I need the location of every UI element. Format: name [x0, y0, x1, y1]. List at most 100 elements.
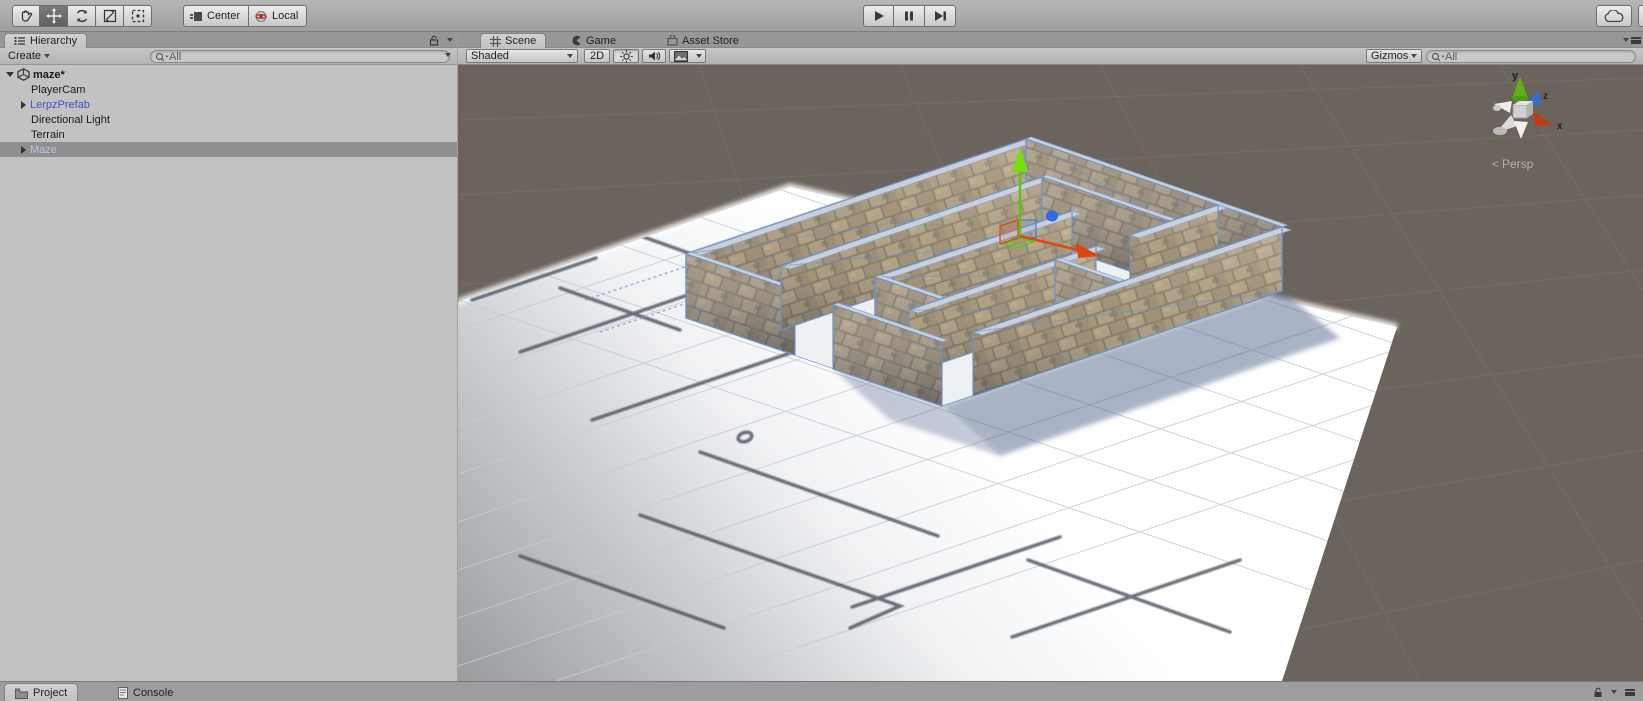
tree-row[interactable]: Directional Light: [0, 112, 457, 127]
play-controls: [863, 5, 956, 27]
create-label: Create: [8, 50, 41, 62]
hierarchy-search-input[interactable]: [169, 51, 443, 62]
rotate-tool-button[interactable]: [68, 5, 96, 27]
chevron-down-icon: [696, 54, 702, 58]
space-toggle-button[interactable]: Local: [249, 5, 307, 27]
bottom-tabbar: Project Console: [0, 681, 1643, 701]
scene-viewport[interactable]: y z x < Persp: [458, 65, 1643, 681]
rect-transform-icon: [130, 8, 146, 24]
tree-row-selected[interactable]: Maze: [0, 142, 457, 157]
axis-cube[interactable]: [1513, 105, 1527, 118]
bottom-menu-icon[interactable]: [1625, 689, 1635, 696]
render-mode-label: Shaded: [471, 50, 509, 62]
bottom-menu-triangle-icon[interactable]: [1611, 690, 1617, 694]
scene-search-input[interactable]: [1445, 51, 1629, 62]
search-icon: [155, 52, 169, 62]
step-button[interactable]: [925, 5, 956, 27]
tree-row[interactable]: PlayerCam: [0, 82, 457, 97]
pan-tool-button[interactable]: [12, 5, 40, 27]
tree-row[interactable]: Terrain: [0, 127, 457, 142]
scene-tab-label: Scene: [505, 35, 536, 47]
effects-toggle-button[interactable]: [669, 49, 693, 63]
move-tool-button[interactable]: [40, 5, 68, 27]
hierarchy-subbar: Create: [0, 48, 457, 65]
hierarchy-lock-icon[interactable]: [429, 35, 439, 49]
hand-icon: [18, 8, 34, 24]
pivot-toggle-button[interactable]: Center: [183, 5, 249, 27]
unity-editor-window: Center Local: [0, 0, 1643, 701]
bottom-lock-icon[interactable]: [1593, 687, 1603, 701]
hierarchy-panel-menu-icon[interactable]: [445, 53, 451, 57]
tab-scene[interactable]: Scene: [480, 33, 546, 48]
chevron-down-icon: [44, 54, 50, 58]
hierarchy-tree: maze* PlayerCam LerpzPrefab Directional …: [0, 65, 457, 681]
sun-icon: [620, 50, 633, 63]
pause-button[interactable]: [894, 5, 925, 27]
game-view-icon: [571, 35, 582, 46]
transform-tools: [12, 5, 152, 27]
create-button[interactable]: Create: [0, 48, 58, 65]
projection-chevron-icon[interactable]: <: [1492, 157, 1499, 171]
object-name: Maze: [30, 144, 57, 156]
local-axis-icon: [254, 10, 268, 23]
chevron-down-icon: [567, 54, 573, 58]
expander-right-icon[interactable]: [21, 146, 26, 154]
console-tab-label: Console: [133, 687, 173, 699]
tab-asset-store[interactable]: Asset Store: [658, 33, 748, 48]
object-name: Terrain: [31, 129, 65, 141]
scene-panel: Scene Game Asset Store Shaded: [458, 32, 1643, 681]
tab-project[interactable]: Project: [4, 683, 78, 701]
lighting-toggle-button[interactable]: [613, 49, 639, 63]
gizmos-label: Gizmos: [1371, 50, 1408, 62]
hierarchy-panel: Hierarchy Create: [0, 32, 457, 681]
scene-search[interactable]: [1426, 50, 1636, 63]
scene-toolbar: Shaded 2D: [458, 48, 1643, 65]
chevron-down-icon: [1411, 54, 1417, 58]
2d-toggle-button[interactable]: 2D: [584, 49, 610, 63]
tab-hierarchy[interactable]: Hierarchy: [4, 33, 87, 48]
2d-label: 2D: [590, 50, 604, 62]
image-icon: [674, 51, 688, 62]
axis-x-label: x: [1557, 121, 1563, 132]
pivot-label: Center: [207, 10, 240, 22]
scene-grid-icon: [490, 36, 501, 47]
space-label: Local: [272, 10, 298, 22]
cloud-icon: [1604, 10, 1624, 23]
tree-row[interactable]: LerpzPrefab: [0, 97, 457, 112]
game-tab-label: Game: [586, 35, 616, 47]
tree-row-scene-root[interactable]: maze*: [0, 67, 457, 82]
gizmos-dropdown[interactable]: Gizmos: [1366, 49, 1422, 63]
move-icon: [46, 8, 62, 24]
tab-console[interactable]: Console: [108, 683, 183, 701]
rect-tool-button[interactable]: [124, 5, 152, 27]
hierarchy-list-icon: [14, 36, 26, 46]
search-icon: [1431, 52, 1445, 62]
tab-game[interactable]: Game: [562, 33, 625, 48]
render-mode-dropdown[interactable]: Shaded: [466, 49, 578, 63]
gizmo-z-arrow[interactable]: [1046, 211, 1058, 222]
axis-y-label: y: [1512, 70, 1519, 82]
unity-scene-icon: [17, 68, 30, 81]
play-button[interactable]: [863, 5, 894, 27]
rotate-icon: [74, 8, 90, 24]
hierarchy-menu-icon[interactable]: [447, 38, 453, 42]
account-button-partial[interactable]: [1638, 5, 1643, 27]
scene-menu-triangle-icon[interactable]: [1623, 38, 1629, 42]
effects-dropdown[interactable]: [692, 49, 706, 63]
expander-right-icon[interactable]: [21, 101, 26, 109]
scene-name: maze*: [33, 69, 65, 81]
project-tab-label: Project: [33, 687, 67, 699]
hierarchy-search[interactable]: [150, 50, 450, 63]
audio-toggle-button[interactable]: [642, 49, 666, 63]
scene-menu-icon[interactable]: [1631, 37, 1641, 44]
console-doc-icon: [118, 687, 128, 699]
cloud-services-button[interactable]: [1596, 5, 1632, 27]
hierarchy-tabstrip: Hierarchy: [0, 32, 457, 48]
object-name: PlayerCam: [31, 84, 85, 96]
scale-tool-button[interactable]: [96, 5, 124, 27]
pivot-space-group: Center Local: [183, 5, 307, 27]
projection-mode-label[interactable]: Persp: [1502, 157, 1534, 171]
hierarchy-tab-label: Hierarchy: [30, 35, 77, 47]
expander-down-icon[interactable]: [6, 72, 14, 77]
asset-store-icon: [667, 35, 678, 46]
